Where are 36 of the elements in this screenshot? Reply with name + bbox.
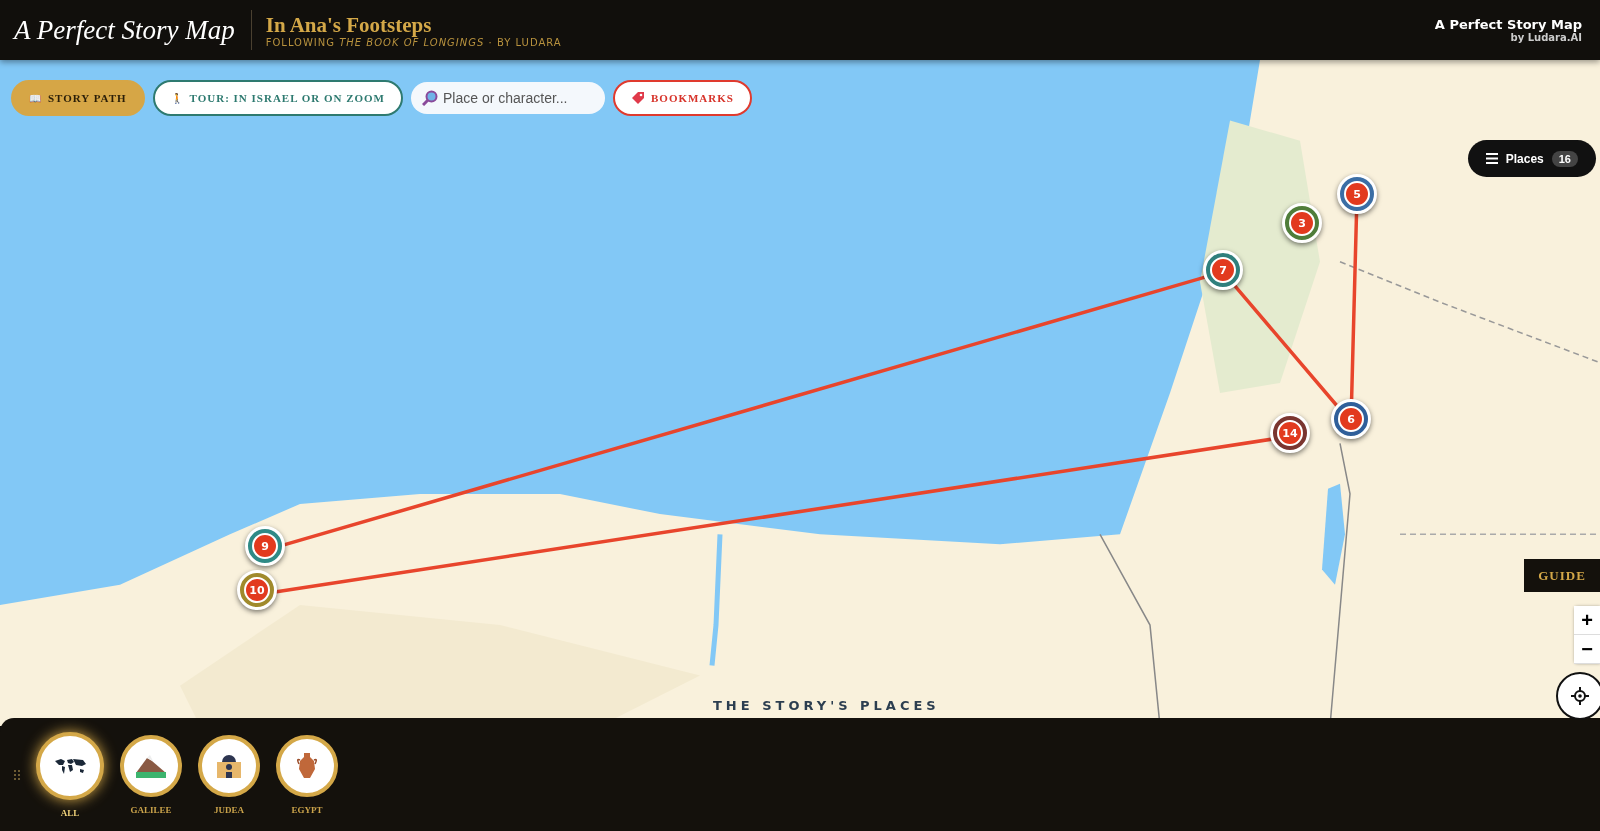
marker-number: 5 <box>1344 181 1370 207</box>
region-label: GALILEE <box>130 804 172 815</box>
credit-byline: by Ludara.AI <box>1510 32 1582 43</box>
marker-number: 7 <box>1210 257 1236 283</box>
region-label: JUDEA <box>214 804 244 815</box>
drag-handle-icon[interactable] <box>14 769 20 780</box>
bookmarks-button[interactable]: BOOKMARKS <box>613 80 752 116</box>
marker-number: 10 <box>244 577 270 603</box>
story-path-button[interactable]: 📖 STORY PATH <box>11 80 145 116</box>
places-count: 16 <box>1551 150 1578 167</box>
story-title: In Ana's Footsteps <box>265 12 433 37</box>
places-button[interactable]: Places 16 <box>1467 140 1596 177</box>
credit-title: A Perfect Story Map <box>1434 17 1582 32</box>
map-caption: THE STORY'S PLACES <box>713 698 940 713</box>
region-label: ALL <box>60 807 80 818</box>
search-field[interactable]: Place or character... <box>411 82 605 114</box>
tag-icon <box>631 91 645 105</box>
region-label: EGYPT <box>291 804 323 815</box>
marker-number: 9 <box>252 533 278 559</box>
app-logo: A Perfect Story Map <box>14 10 252 50</box>
zoom-out-button[interactable]: − <box>1574 635 1600 664</box>
vase-icon <box>296 751 318 780</box>
zoom-in-button[interactable]: + <box>1574 606 1600 635</box>
search-icon <box>422 90 438 106</box>
guide-tab[interactable]: GUIDE <box>1524 559 1600 592</box>
book-icon: 📖 <box>29 92 42 104</box>
story-subtitle: FOLLOWING THE BOOK OF LONGINGS · BY LUDARA <box>265 36 562 48</box>
tour-button[interactable]: 🚶 TOUR: IN ISRAEL OR ON ZOOM <box>152 80 403 116</box>
world-map-icon <box>53 756 87 775</box>
temple-icon <box>215 752 243 779</box>
crosshair-icon <box>1570 686 1590 706</box>
walker-icon: 🚶 <box>170 92 184 104</box>
marker-number: 6 <box>1338 406 1364 432</box>
marker-number: 14 <box>1277 420 1303 446</box>
marker-number: 3 <box>1289 210 1315 236</box>
menu-icon <box>1485 153 1498 164</box>
